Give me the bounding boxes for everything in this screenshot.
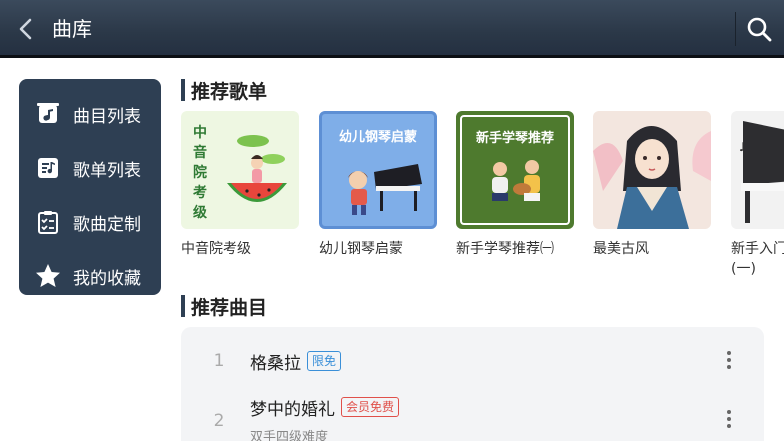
member-free-badge: 会员免费 [341, 397, 400, 417]
playlist-name: 最美古风 [593, 241, 649, 257]
sidebar-item-favorites[interactable]: 我的收藏 [19, 249, 161, 303]
cover-title: 中音院考级 [193, 125, 207, 221]
more-options-button[interactable] [717, 348, 741, 372]
clipboard-check-icon [33, 207, 63, 237]
sidebar-item-label: 我的收藏 [73, 268, 141, 289]
playlist-card[interactable]: 最美古风 [593, 111, 711, 259]
playlist-name: 幼儿钢琴启蒙 [319, 241, 403, 257]
song-list: 1 格桑拉 限免 2 梦中的婚礼 会员免费 双手四级难度 [181, 327, 764, 441]
song-name: 梦中的婚礼 [250, 400, 335, 420]
section-accent-bar [181, 79, 185, 101]
playlist-cover [593, 111, 711, 229]
sidebar-item-label: 歌单列表 [73, 160, 141, 181]
piano-girl-illustration [348, 164, 422, 215]
playlist-card[interactable]: 中音院考级 中音院考级 [181, 111, 299, 259]
ancient-style-girl-illustration [593, 126, 711, 229]
section-title-text: 推荐歌单 [191, 80, 268, 103]
playlist-name: 新手学琴推荐㈠ [456, 241, 554, 257]
playlist-name: 新手入门 (一) [731, 239, 784, 279]
song-index: 2 [213, 411, 225, 431]
search-icon [747, 17, 772, 42]
playlist-name-line1: 新手入门 [731, 241, 784, 257]
sidebar-item-song-list[interactable]: 曲目列表 [19, 87, 161, 141]
more-vertical-icon [727, 351, 731, 369]
search-button[interactable] [744, 14, 774, 44]
section-accent-bar [181, 295, 185, 317]
header-divider [735, 12, 736, 46]
top-bar: 曲库 [0, 0, 784, 58]
sidebar-item-playlist-list[interactable]: 歌单列表 [19, 141, 161, 195]
page-title: 曲库 [52, 17, 92, 41]
playlist-cover: ♪ [731, 111, 784, 229]
song-row[interactable]: 2 梦中的婚礼 会员免费 双手四级难度 [181, 389, 764, 441]
playlist-carousel[interactable]: 中音院考级 中音院考级 幼儿钢琴启蒙 幼儿钢琴启蒙 新手学琴推荐 新手学琴推荐㈠… [181, 111, 784, 281]
song-index: 1 [213, 351, 225, 371]
playlist-name: 中音院考级 [181, 241, 251, 257]
more-vertical-icon [727, 410, 731, 428]
song-name: 格桑拉 [250, 354, 301, 374]
playlist-card[interactable]: 幼儿钢琴启蒙 幼儿钢琴启蒙 [319, 111, 437, 259]
playlist-cover: 中音院考级 [181, 111, 299, 229]
sidebar-item-label: 曲目列表 [73, 106, 141, 127]
song-row[interactable]: 1 格桑拉 限免 [181, 332, 764, 392]
star-icon [33, 261, 63, 291]
section-title-playlists: 推荐歌单 [181, 79, 268, 103]
grand-piano-illustration: ♪ [739, 121, 784, 223]
playlist-cover: 新手学琴推荐 [456, 111, 574, 229]
music-list-icon [33, 99, 63, 129]
section-title-text: 推荐曲目 [191, 296, 268, 319]
playlist-card[interactable]: 新手学琴推荐 新手学琴推荐㈠ [456, 111, 574, 259]
free-limited-badge: 限免 [307, 351, 342, 371]
sidebar-item-song-custom[interactable]: 歌曲定制 [19, 195, 161, 249]
playlist-card[interactable]: ♪ 新手入门 (一) [731, 111, 784, 279]
playlist-name-line2: (一) [731, 261, 756, 277]
guitar-friends-illustration [492, 160, 540, 201]
sidebar-item-label: 歌曲定制 [73, 214, 141, 235]
more-options-button[interactable] [717, 407, 741, 431]
song-difficulty: 双手四级难度 [250, 430, 329, 441]
back-button[interactable] [12, 15, 40, 43]
section-title-songs: 推荐曲目 [181, 295, 268, 319]
playlist-icon [33, 153, 63, 183]
chevron-left-icon [19, 18, 32, 40]
playlist-cover: 幼儿钢琴启蒙 [319, 111, 437, 229]
sidebar: 曲目列表 歌单列表 歌曲定制 我的收藏 [19, 79, 161, 295]
